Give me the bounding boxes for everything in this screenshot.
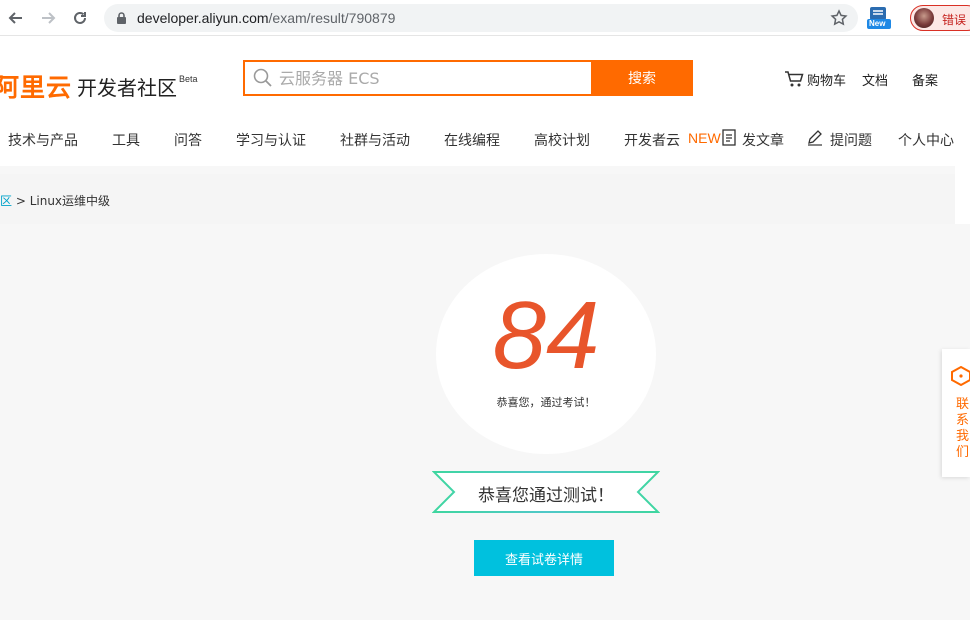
avatar [914, 8, 934, 28]
nav-item-tech-products[interactable]: 技术与产品 [8, 130, 78, 150]
scrollbar-gutter [955, 36, 970, 224]
filing-link[interactable]: 备案 [912, 70, 938, 89]
breadcrumb-root-link[interactable]: 区 [0, 194, 12, 208]
beta-label: Beta [179, 74, 198, 84]
personal-center-link[interactable]: 个人中心 [898, 130, 954, 150]
breadcrumb-current: Linux运维中级 [29, 194, 111, 208]
search-button[interactable]: 搜索 [591, 60, 693, 96]
url-path: /exam/result/790879 [268, 10, 396, 26]
nav-item-campus[interactable]: 高校计划 [534, 130, 590, 150]
extension-icon[interactable]: New [866, 6, 892, 30]
pass-message: 恭喜您，通过考试！ [496, 396, 596, 409]
result-panel: 84 恭喜您，通过考试！ 恭喜您通过测试！ 查看试卷详情 [0, 224, 970, 620]
reload-icon[interactable] [69, 7, 91, 29]
cart-icon[interactable] [784, 70, 804, 92]
address-bar[interactable]: developer.aliyun.com/exam/result/790879 [104, 4, 858, 32]
cart-link[interactable]: 购物车 [807, 70, 846, 89]
site-header: 阿里云 开发者社区 Beta 搜索 购物车 文档 备案 控 技术与产品 工具 问… [0, 36, 970, 166]
exam-score: 84 [492, 282, 600, 389]
lock-icon[interactable] [116, 12, 127, 30]
contact-icon [950, 365, 970, 391]
score-circle: 84 恭喜您，通过考试！ [436, 254, 656, 454]
profile-label: 错误 [942, 13, 967, 27]
search-icon [253, 68, 273, 93]
nav-item-qa[interactable]: 问答 [174, 130, 202, 150]
bookmark-star-icon[interactable] [830, 9, 848, 32]
ribbon-text: 恭喜您通过测试！ [478, 486, 614, 506]
contact-us-float[interactable]: 联系我们 [942, 349, 970, 477]
breadcrumb-bar: 区 > Linux运维中级 [0, 174, 955, 224]
url-host: developer.aliyun.com [137, 10, 269, 26]
write-article-icon[interactable] [722, 129, 738, 150]
nav-item-community[interactable]: 社群与活动 [340, 130, 410, 150]
search-input[interactable] [279, 62, 589, 94]
nav-item-tools[interactable]: 工具 [112, 130, 140, 150]
breadcrumb-separator: > [12, 194, 30, 208]
pen-icon[interactable] [806, 129, 824, 150]
new-badge: NEW [688, 130, 721, 146]
nav-item-online-coding[interactable]: 在线编程 [444, 130, 500, 150]
back-arrow-icon[interactable] [5, 7, 27, 29]
forward-arrow-icon[interactable] [37, 7, 59, 29]
view-exam-details-button[interactable]: 查看试卷详情 [474, 540, 614, 576]
breadcrumb: 区 > Linux运维中级 [0, 192, 110, 209]
extension-badge-label: New [869, 19, 886, 28]
write-article-link[interactable]: 发文章 [742, 130, 784, 150]
nav-item-dev-cloud[interactable]: 开发者云 [624, 130, 680, 150]
contact-us-label: 联系我们 [956, 397, 970, 460]
ask-question-link[interactable]: 提问题 [830, 130, 872, 150]
docs-link[interactable]: 文档 [862, 70, 888, 89]
search-box: 搜索 [243, 60, 693, 96]
nav-item-learning[interactable]: 学习与认证 [236, 130, 306, 150]
main-nav: 技术与产品 工具 问答 学习与认证 社群与活动 在线编程 高校计划 开发者云 N… [0, 129, 955, 154]
profile-button[interactable]: 错误 [910, 5, 970, 31]
url-text[interactable]: developer.aliyun.com/exam/result/790879 [137, 10, 395, 26]
aliyun-logo[interactable]: 阿里云 [0, 68, 72, 104]
browser-toolbar: developer.aliyun.com/exam/result/790879 … [0, 0, 970, 36]
community-title[interactable]: 开发者社区 [77, 72, 177, 101]
congrats-ribbon: 恭喜您通过测试！ [431, 470, 661, 514]
